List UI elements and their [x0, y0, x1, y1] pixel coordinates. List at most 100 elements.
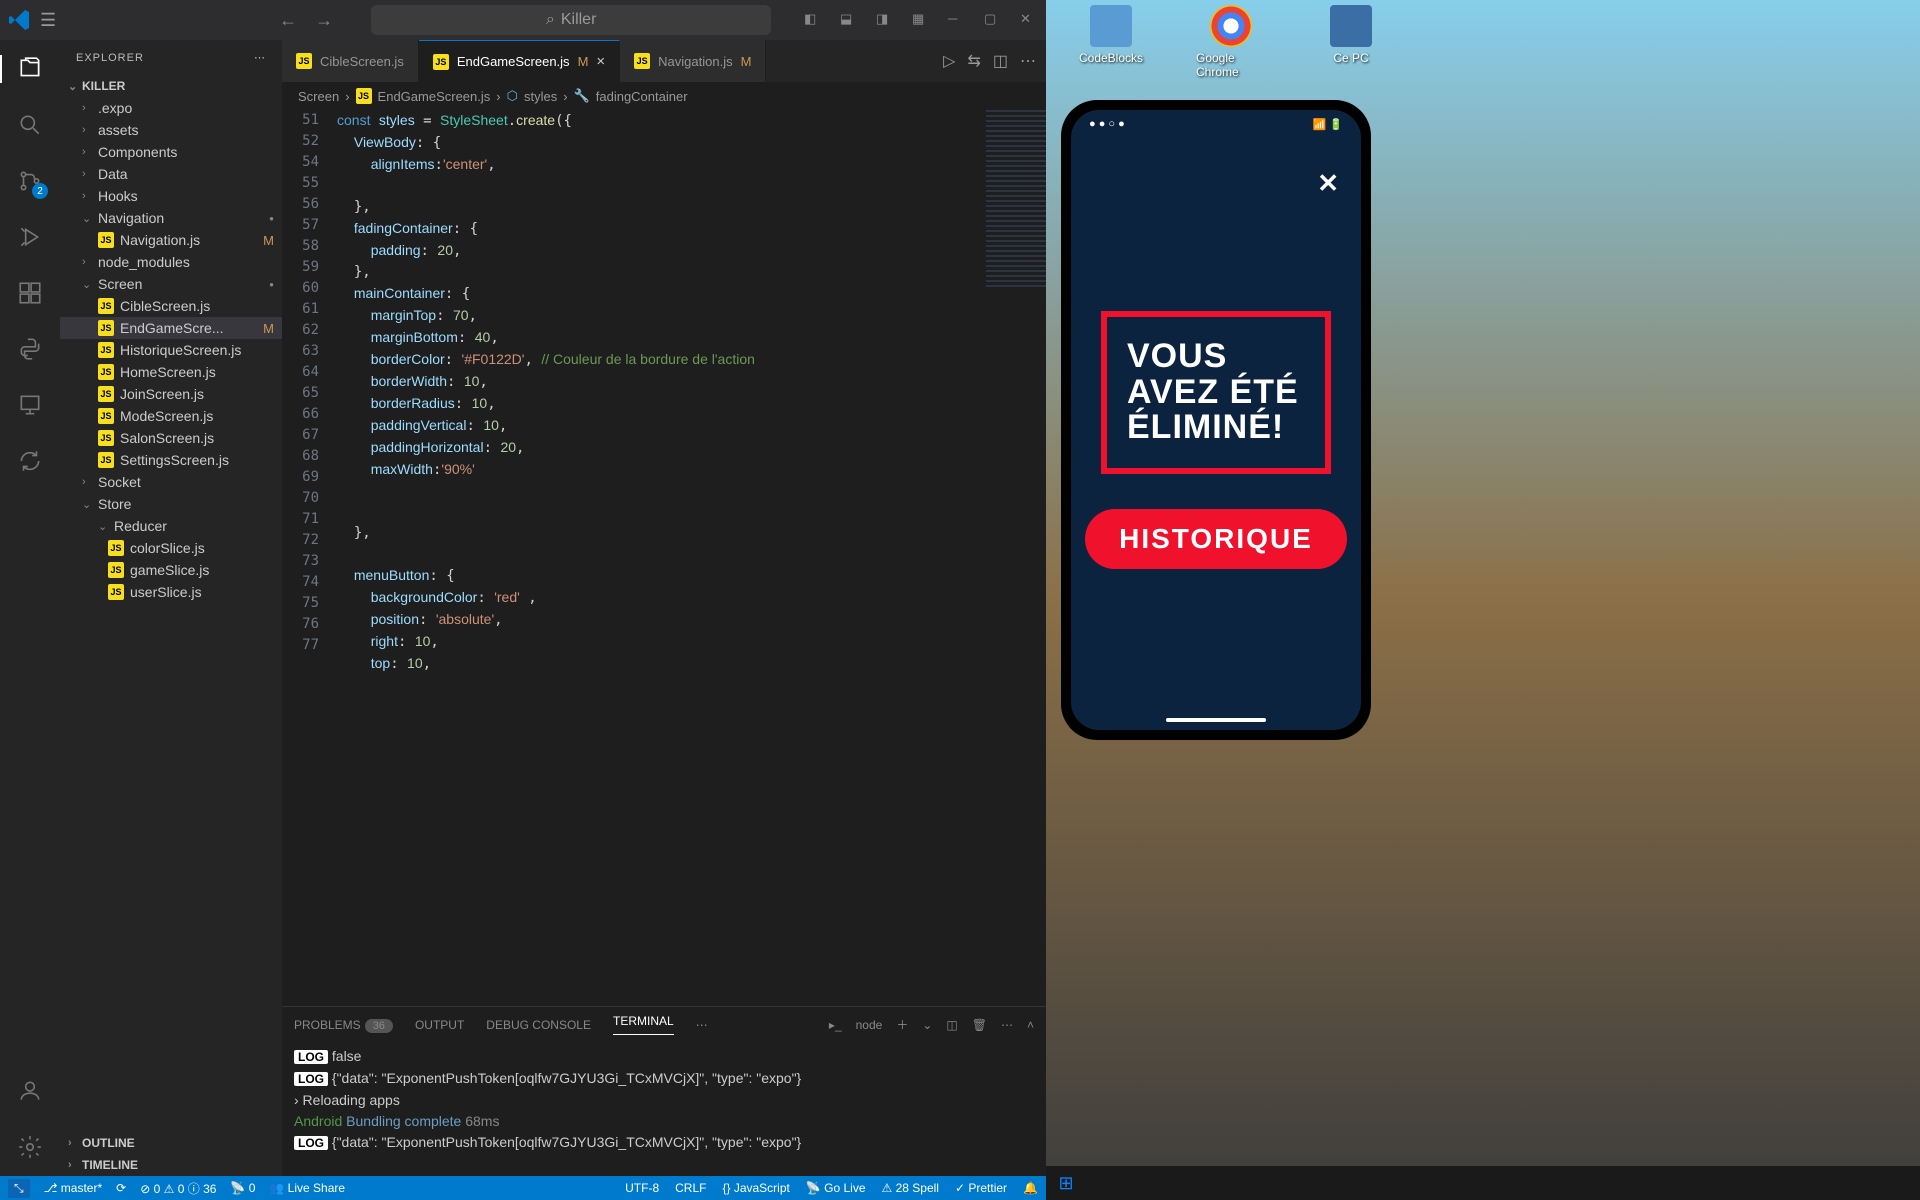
file-gameslice[interactable]: JSgameSlice.js [60, 559, 282, 581]
minimap[interactable] [976, 110, 1046, 1006]
scm-icon[interactable]: 2 [16, 167, 44, 195]
language-mode[interactable]: {} JavaScript [722, 1181, 789, 1195]
debug-console-tab[interactable]: DEBUG CONSOLE [486, 1018, 591, 1032]
debug-icon[interactable] [16, 223, 44, 251]
spell[interactable]: ⚠ 28 Spell [882, 1181, 939, 1195]
settings-icon[interactable] [16, 1133, 44, 1161]
folder-hooks[interactable]: ›Hooks [60, 185, 282, 207]
start-button[interactable]: ⊞ [1046, 1166, 1086, 1200]
maximize-panel-icon[interactable]: ˄ [1027, 1018, 1034, 1032]
layout-grid-icon[interactable]: ▦ [912, 11, 930, 29]
historique-button[interactable]: HISTORIQUE [1085, 509, 1347, 569]
panel-overflow-icon[interactable]: ⋯ [696, 1018, 708, 1032]
folder-store[interactable]: ⌄Store [60, 493, 282, 515]
layout-bottom-icon[interactable]: ⬓ [840, 11, 858, 29]
terminal-output[interactable]: LOG false LOG {"data": "ExponentPushToke… [282, 1042, 1046, 1176]
file-navigation[interactable]: JSNavigation.jsM [60, 229, 282, 251]
nav-forward-icon[interactable]: → [315, 10, 333, 31]
js-icon: JS [634, 53, 650, 69]
close-icon[interactable]: ✕ [1020, 11, 1038, 29]
kill-terminal-icon[interactable]: 🗑 [972, 1018, 987, 1032]
liveshare[interactable]: 👥 Live Share [269, 1181, 345, 1195]
golive[interactable]: 📡 Go Live [806, 1181, 866, 1195]
layout-left-icon[interactable]: ◧ [804, 11, 822, 29]
minimize-icon[interactable]: ─ [948, 11, 966, 29]
folder-node-modules[interactable]: ›node_modules [60, 251, 282, 273]
project-root[interactable]: ⌄KILLER [60, 75, 282, 97]
remote-indicator-icon[interactable]: ⤡ [8, 1179, 30, 1198]
python-icon[interactable] [16, 335, 44, 363]
tab-endgame[interactable]: JSEndGameScreen.jsM× [419, 40, 620, 82]
outline-section[interactable]: ›OUTLINE [60, 1132, 282, 1154]
terminal-shell-icon[interactable]: ▸_ [829, 1018, 842, 1032]
folder-assets[interactable]: ›assets [60, 119, 282, 141]
windows-taskbar[interactable]: ⊞ [1046, 1166, 1920, 1200]
remote-icon[interactable] [16, 391, 44, 419]
tab-cible[interactable]: JSCibleScreen.js [282, 40, 419, 82]
code-editor[interactable]: 51 52 54 55 56 57 58 59 60 61 62 63 64 6… [282, 110, 1046, 1006]
file-salonscreen[interactable]: JSSalonScreen.js [60, 427, 282, 449]
folder-socket[interactable]: ›Socket [60, 471, 282, 493]
file-historique[interactable]: JSHistoriqueScreen.js [60, 339, 282, 361]
file-userslice[interactable]: JSuserSlice.js [60, 581, 282, 603]
eol[interactable]: CRLF [675, 1181, 706, 1195]
search-text: Killer [561, 11, 597, 29]
file-ciblescreen[interactable]: JSCibleScreen.js [60, 295, 282, 317]
notifications-icon[interactable]: 🔔 [1023, 1181, 1038, 1195]
prettier[interactable]: ✓ Prettier [955, 1181, 1007, 1195]
nav-back-icon[interactable]: ← [279, 10, 297, 31]
more-icon[interactable]: ⋯ [1020, 51, 1036, 71]
folder-reducer[interactable]: ⌄Reducer [60, 515, 282, 537]
split-icon[interactable]: ◫ [993, 51, 1008, 71]
folder-components[interactable]: ›Components [60, 141, 282, 163]
explorer-icon[interactable] [16, 55, 44, 83]
tab-close-icon[interactable]: × [596, 53, 605, 70]
port[interactable]: 📡 0 [230, 1181, 255, 1195]
timeline-section[interactable]: ›TIMELINE [60, 1154, 282, 1176]
file-joinscreen[interactable]: JSJoinScreen.js [60, 383, 282, 405]
folder-expo[interactable]: ›.expo [60, 97, 282, 119]
desktop-icon-chrome[interactable]: Google Chrome [1196, 5, 1266, 79]
app-menu-icon[interactable]: ☰ [40, 10, 56, 31]
diagnostics[interactable]: ⊘ 0 ⚠ 0 ⓘ 36 [140, 1180, 216, 1197]
desktop-icon-thispc[interactable]: Ce PC [1316, 5, 1386, 79]
breadcrumb[interactable]: Screen› JSEndGameScreen.js› ⬡styles› 🔧fa… [282, 82, 1046, 110]
sync-icon[interactable]: ⟳ [116, 1181, 126, 1195]
layout-right-icon[interactable]: ◨ [876, 11, 894, 29]
phone-screen[interactable]: ● ● ○ ●📶 🔋 ✕ Vous avez été éliminé! HIST… [1071, 110, 1361, 730]
desktop[interactable]: CodeBlocks Google Chrome Ce PC ● ● ○ ●📶 … [1046, 0, 1920, 1200]
file-homescreen[interactable]: JSHomeScreen.js [60, 361, 282, 383]
file-endgamescreen[interactable]: JSEndGameScre...M [60, 317, 282, 339]
tab-navigation[interactable]: JSNavigation.jsM [620, 40, 766, 82]
explorer-more-icon[interactable]: ⋯ [254, 51, 266, 64]
js-icon: JS [98, 364, 114, 380]
folder-navigation[interactable]: ⌄Navigation [60, 207, 282, 229]
output-tab[interactable]: OUTPUT [415, 1018, 464, 1032]
compare-icon[interactable]: ⇆ [967, 51, 980, 71]
new-terminal-icon[interactable]: ＋ [896, 1016, 908, 1033]
run-icon[interactable]: ▷ [943, 51, 955, 71]
command-center[interactable]: ⌕ Killer [371, 5, 771, 35]
panel-more-icon[interactable]: ⋯ [1001, 1018, 1013, 1032]
terminal-tab[interactable]: TERMINAL [613, 1014, 674, 1035]
code-content[interactable]: const styles = StyleSheet.create({ ViewB… [337, 110, 976, 1006]
search-icon[interactable] [16, 111, 44, 139]
file-settingsscreen[interactable]: JSSettingsScreen.js [60, 449, 282, 471]
problems-tab[interactable]: PROBLEMS36 [294, 1018, 393, 1032]
git-branch[interactable]: ⎇ master* [44, 1181, 103, 1195]
desktop-icon-codeblocks[interactable]: CodeBlocks [1076, 5, 1146, 79]
js-icon: JS [98, 232, 114, 248]
file-modescreen[interactable]: JSModeScreen.js [60, 405, 282, 427]
encoding[interactable]: UTF-8 [625, 1181, 659, 1195]
phone-close-button[interactable]: ✕ [1317, 168, 1339, 199]
split-terminal-icon[interactable]: ◫ [946, 1018, 957, 1032]
folder-data[interactable]: ›Data [60, 163, 282, 185]
sync-icon[interactable] [16, 447, 44, 475]
account-icon[interactable] [16, 1077, 44, 1105]
folder-screen[interactable]: ⌄Screen [60, 273, 282, 295]
maximize-icon[interactable]: ▢ [984, 11, 1002, 29]
phone-home-indicator[interactable] [1166, 718, 1266, 722]
file-colorslice[interactable]: JScolorSlice.js [60, 537, 282, 559]
extensions-icon[interactable] [16, 279, 44, 307]
terminal-dropdown-icon[interactable]: ⌄ [922, 1018, 932, 1032]
